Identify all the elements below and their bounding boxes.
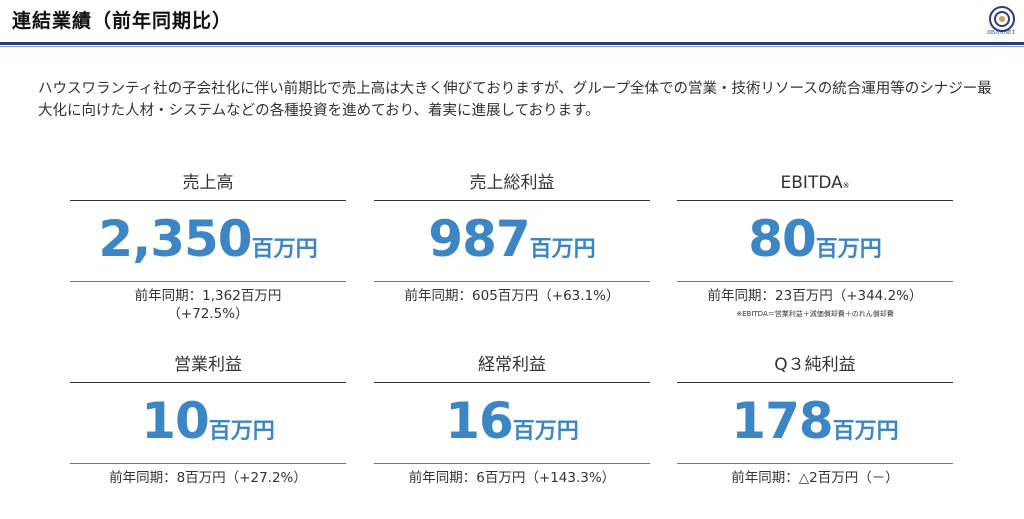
card-divider xyxy=(677,382,953,383)
card-divider xyxy=(677,200,953,201)
prev-year: 前年同期：1,362百万円 xyxy=(134,288,282,304)
intro-text: ハウスワランティ社の子会社化に伴い前期比で売上高は大きく伸びておりますが、グルー… xyxy=(38,81,992,119)
card-sales: 売上高 2,350百万円 前年同期：1,362百万円 （+72.5%） xyxy=(70,170,346,323)
card-divider xyxy=(374,382,650,383)
value-unit: 百万円 xyxy=(208,419,275,444)
value-number: 10 xyxy=(141,392,210,450)
value-unit: 百万円 xyxy=(529,237,596,262)
logo-text: JIBANNET xyxy=(986,30,1016,36)
card-divider xyxy=(677,463,953,464)
card-value: 178百万円 xyxy=(677,391,953,451)
card-operating-profit: 営業利益 10百万円 前年同期：8百万円（+27.2%） xyxy=(70,352,346,487)
value-number: 987 xyxy=(428,210,530,268)
prev-year: 前年同期：23百万円（+344.2%） xyxy=(707,288,923,304)
card-divider xyxy=(70,200,346,201)
card-divider xyxy=(677,281,953,282)
page-title: 連結業績（前年同期比） xyxy=(12,10,233,32)
label-text: EBITDA xyxy=(780,173,843,193)
prev-year: 前年同期：605百万円（+63.1%） xyxy=(404,288,620,304)
prev-year-change: （+72.5%） xyxy=(167,306,249,322)
card-label: 売上高 xyxy=(182,173,234,193)
card-ordinary-profit: 経常利益 16百万円 前年同期：6百万円（+143.3%） xyxy=(374,352,650,487)
card-divider xyxy=(70,281,346,282)
prev-year: 前年同期：8百万円（+27.2%） xyxy=(109,470,307,486)
value-number: 178 xyxy=(731,392,833,450)
card-label: 売上総利益 xyxy=(469,173,555,193)
card-label: 経常利益 xyxy=(478,355,546,375)
label-mark: ※ xyxy=(842,181,850,190)
value-unit: 百万円 xyxy=(815,237,882,262)
value-unit: 百万円 xyxy=(832,419,899,444)
header-rule xyxy=(0,42,1024,45)
value-unit: 百万円 xyxy=(251,237,318,262)
card-value: 2,350百万円 xyxy=(70,209,346,269)
card-value: 10百万円 xyxy=(70,391,346,451)
card-divider xyxy=(374,463,650,464)
card-label: Q３純利益 xyxy=(774,355,856,375)
card-label: 営業利益 xyxy=(174,355,242,375)
prev-year: 前年同期：△2百万円（－） xyxy=(731,470,899,486)
card-divider xyxy=(70,382,346,383)
card-label: EBITDA※ xyxy=(677,170,953,196)
value-number: 2,350 xyxy=(98,210,252,268)
card-gross-profit: 売上総利益 987百万円 前年同期：605百万円（+63.1%） xyxy=(374,170,650,305)
value-number: 16 xyxy=(445,392,514,450)
card-ebitda: EBITDA※ 80百万円 前年同期：23百万円（+344.2%） ※EBITD… xyxy=(677,170,953,319)
card-value: 80百万円 xyxy=(677,209,953,269)
value-unit: 百万円 xyxy=(512,419,579,444)
prev-year: 前年同期：6百万円（+143.3%） xyxy=(408,470,616,486)
footnote: ※EBITDA＝営業利益＋減価償却費＋のれん償却費 xyxy=(736,310,894,318)
card-divider xyxy=(374,281,650,282)
header-subrule xyxy=(0,46,1024,47)
card-divider xyxy=(70,463,346,464)
value-number: 80 xyxy=(748,210,817,268)
card-net-income: Q３純利益 178百万円 前年同期：△2百万円（－） xyxy=(677,352,953,487)
card-value: 987百万円 xyxy=(374,209,650,269)
card-value: 16百万円 xyxy=(374,391,650,451)
card-divider xyxy=(374,200,650,201)
